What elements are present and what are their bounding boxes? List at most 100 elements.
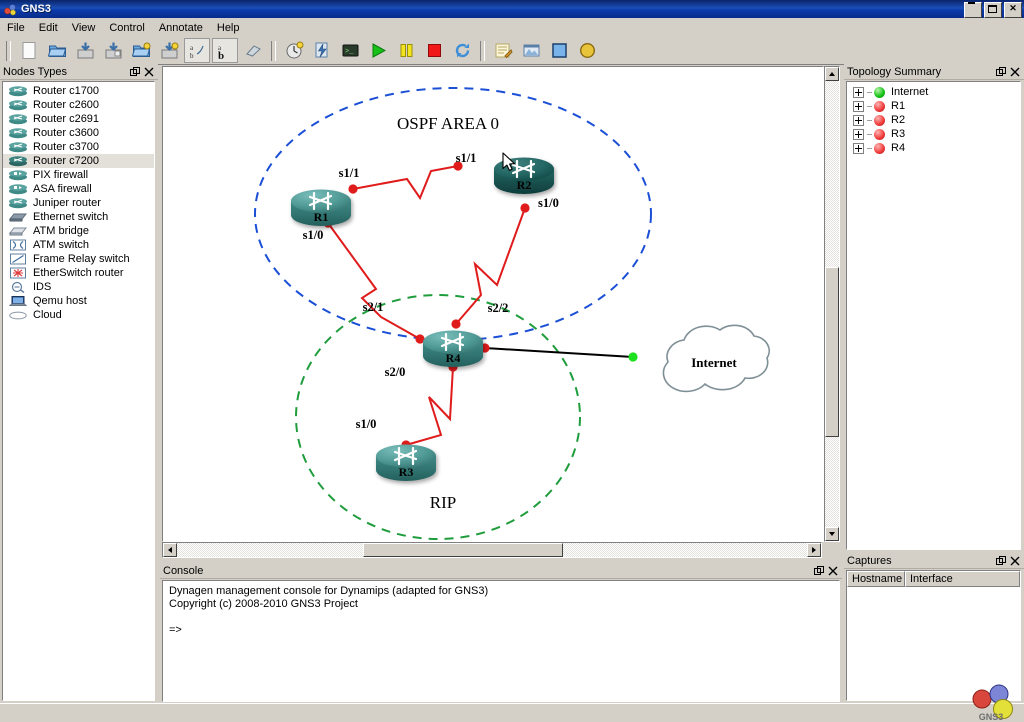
router-icon (7, 127, 29, 140)
node-type-atm-bridge[interactable]: ATM bridge (3, 224, 154, 238)
snapshot-button[interactable]: a b (184, 38, 210, 63)
node-type-label: Router c3600 (33, 127, 100, 139)
tree-line (867, 147, 872, 149)
node-type-router-c7200[interactable]: Router c7200 (3, 154, 154, 168)
horizontal-scroll-thumb[interactable] (363, 543, 563, 557)
topology-canvas[interactable]: Internet R1 R2 R3 R4 s1/1 s1/1 s1/0 s1/0… (162, 66, 824, 542)
draw-rectangle-button[interactable] (546, 38, 572, 63)
tree-line (867, 91, 872, 93)
vertical-scroll-thumb[interactable] (825, 267, 839, 437)
link-r4-internet (484, 347, 634, 358)
node-type-frame-relay-switch[interactable]: Frame Relay switch (3, 252, 154, 266)
nodes-list[interactable]: Router c1700 Router c2600 Router c2691 R… (2, 81, 155, 701)
topology-item-r2[interactable]: R2 (847, 113, 1020, 127)
node-type-router-c3600[interactable]: Router c3600 (3, 126, 154, 140)
add-note-button[interactable] (490, 38, 516, 63)
captures-column-interface[interactable]: Interface (905, 571, 1020, 587)
console-output[interactable]: Dynagen management console for Dynamips … (162, 580, 840, 702)
router-icon (7, 155, 29, 168)
node-type-ids[interactable]: IDS (3, 280, 154, 294)
expand-icon[interactable] (853, 142, 864, 154)
idlepc-button[interactable] (281, 38, 307, 63)
close-icon[interactable] (828, 566, 838, 576)
scroll-down-button[interactable] (825, 527, 839, 541)
topology-panel-title: Topology Summary (847, 65, 942, 78)
expand-icon[interactable] (853, 128, 864, 140)
node-type-router-c2691[interactable]: Router c2691 (3, 112, 154, 126)
scroll-left-button[interactable] (163, 543, 177, 557)
node-type-atm-switch[interactable]: ATM switch (3, 238, 154, 252)
topology-item-label: R4 (891, 142, 906, 154)
float-icon[interactable] (814, 565, 824, 576)
float-icon[interactable] (996, 555, 1006, 566)
menu-file[interactable]: File (0, 20, 32, 36)
float-icon[interactable] (130, 66, 140, 77)
pause-all-button[interactable] (393, 38, 419, 63)
node-type-asa-firewall[interactable]: ASA firewall (3, 182, 154, 196)
minimize-button[interactable] (964, 2, 982, 18)
save-as-button[interactable] (100, 38, 126, 63)
stop-all-button[interactable] (421, 38, 447, 63)
node-type-label: Ethernet switch (33, 211, 109, 223)
start-all-button[interactable] (365, 38, 391, 63)
node-type-qemu-host[interactable]: Qemu host (3, 294, 154, 308)
topology-summary-list[interactable]: Internet R1 R2 R3 R4 (846, 81, 1021, 550)
node-type-label: EtherSwitch router (33, 267, 124, 279)
node-type-pix-firewall[interactable]: PIX firewall (3, 168, 154, 182)
close-icon[interactable] (1010, 67, 1020, 77)
node-type-ethernet-switch[interactable]: Ethernet switch (3, 210, 154, 224)
scroll-up-button[interactable] (825, 67, 839, 81)
close-icon[interactable] (144, 67, 154, 77)
node-type-label: Router c3700 (33, 141, 100, 153)
router-icon (7, 141, 29, 154)
node-type-router-c2600[interactable]: Router c2600 (3, 98, 154, 112)
new-project-button[interactable] (16, 38, 42, 63)
captures-column-hostname[interactable]: Hostname (847, 571, 905, 587)
open-project-button[interactable] (44, 38, 70, 63)
iface-label: s1/0 (356, 417, 377, 431)
iface-label: s1/1 (339, 166, 360, 180)
draw-ellipse-button[interactable] (574, 38, 600, 63)
insert-picture-button[interactable] (518, 38, 544, 63)
console-prompt[interactable]: => (169, 624, 833, 637)
node-type-etherswitch-router[interactable]: EtherSwitch router (3, 266, 154, 280)
canvas-horizontal-scrollbar[interactable] (162, 542, 822, 558)
reload-all-button[interactable] (449, 38, 475, 63)
iface-label: s2/1 (363, 300, 384, 314)
open-dynagen-button[interactable] (128, 38, 154, 63)
device-settings-button[interactable] (309, 38, 335, 63)
topology-item-label: R3 (891, 128, 906, 140)
status-bar (0, 703, 1024, 722)
erase-button[interactable] (240, 38, 266, 63)
status-led (874, 86, 885, 98)
expand-icon[interactable] (853, 100, 864, 112)
captures-panel-header: Captures (844, 553, 1024, 569)
menu-annotate[interactable]: Annotate (152, 20, 210, 36)
node-type-cloud[interactable]: Cloud (3, 308, 154, 322)
expand-icon[interactable] (853, 114, 864, 126)
close-icon[interactable] (1010, 556, 1020, 566)
maximize-button[interactable] (984, 2, 1002, 18)
topology-item-r1[interactable]: R1 (847, 99, 1020, 113)
menu-view[interactable]: View (65, 20, 103, 36)
image-ab-button[interactable]: a b (212, 38, 238, 63)
export-button[interactable] (156, 38, 182, 63)
canvas-vertical-scrollbar[interactable] (824, 66, 840, 542)
node-type-router-c1700[interactable]: Router c1700 (3, 84, 154, 98)
menu-control[interactable]: Control (102, 20, 151, 36)
menu-help[interactable]: Help (210, 20, 247, 36)
console-button[interactable]: >_ (337, 38, 363, 63)
router-icon (7, 85, 29, 98)
node-type-router-c3700[interactable]: Router c3700 (3, 140, 154, 154)
node-type-juniper-router[interactable]: Juniper router (3, 196, 154, 210)
chevron-up-icon (829, 72, 835, 76)
expand-icon[interactable] (853, 86, 864, 98)
topology-item-r3[interactable]: R3 (847, 127, 1020, 141)
save-project-button[interactable] (72, 38, 98, 63)
topology-item-r4[interactable]: R4 (847, 141, 1020, 155)
scroll-right-button[interactable] (807, 543, 821, 557)
float-icon[interactable] (996, 66, 1006, 77)
menu-edit[interactable]: Edit (32, 20, 65, 36)
close-button[interactable]: ✕ (1004, 2, 1022, 18)
topology-item-internet[interactable]: Internet (847, 85, 1020, 99)
